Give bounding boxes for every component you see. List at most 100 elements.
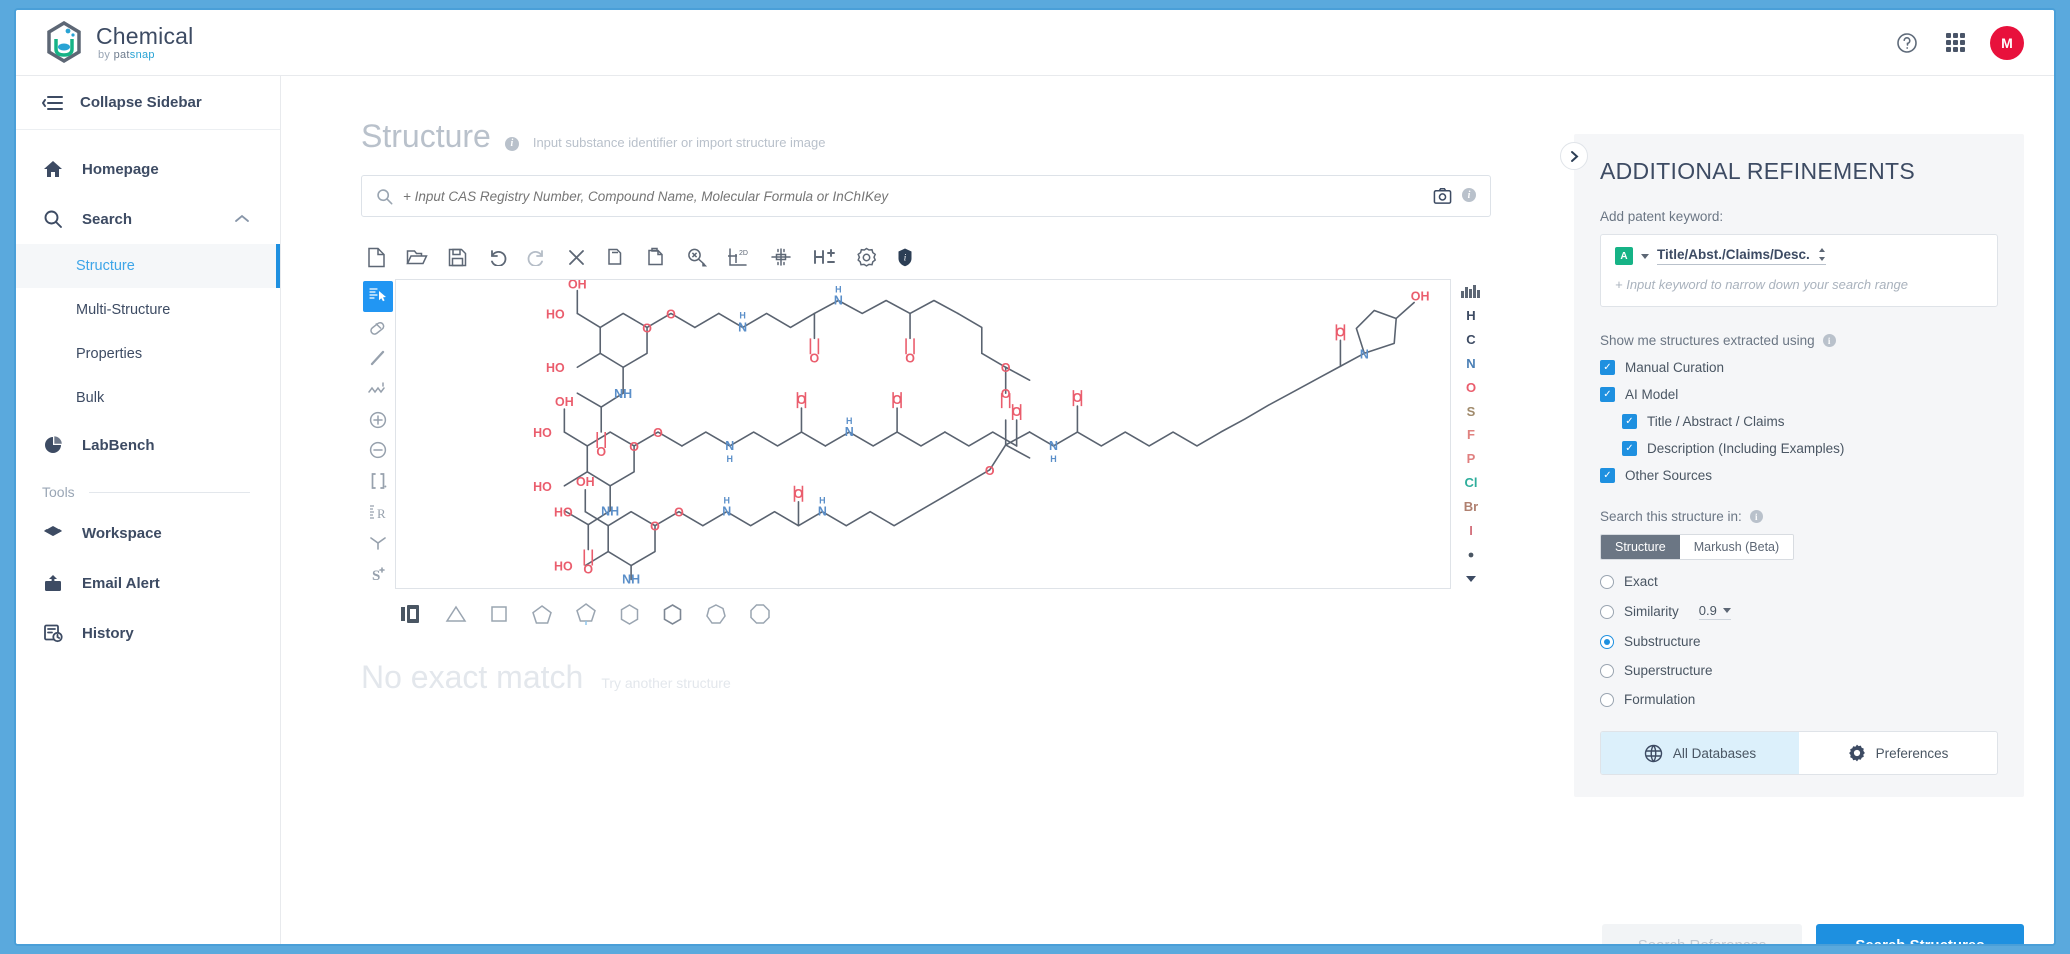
save-icon[interactable] xyxy=(448,248,467,267)
search-structures-button[interactable]: Search Structures xyxy=(1816,924,2024,944)
sidebar-item-labbench[interactable]: LabBench xyxy=(16,420,280,470)
all-databases-button[interactable]: All Databases xyxy=(1601,732,1799,774)
molecule-canvas[interactable]: OH HO HO O O OH HO HO O O OH HO HO O O OO OO O xyxy=(395,279,1451,589)
element-F[interactable]: F xyxy=(1456,425,1486,446)
keyword-input-placeholder[interactable]: + Input keyword to narrow down your sear… xyxy=(1615,277,1983,292)
template-icon[interactable] xyxy=(401,605,423,623)
new-file-icon[interactable] xyxy=(367,247,386,268)
sidebar-item-structure[interactable]: Structure xyxy=(16,244,280,288)
camera-icon[interactable] xyxy=(1433,187,1452,205)
checkbox-manual-curation[interactable]: ✓ Manual Curation xyxy=(1600,360,1998,375)
r-group-tool[interactable]: R xyxy=(363,497,393,528)
avatar[interactable]: M xyxy=(1990,25,2024,60)
keyword-box[interactable]: A Title/Abst./Claims/Desc. + Input keywo… xyxy=(1600,234,1998,307)
paste-icon[interactable] xyxy=(646,247,666,267)
radio-superstructure[interactable]: Superstructure xyxy=(1600,663,1998,678)
info-icon[interactable]: i xyxy=(504,136,519,151)
element-H[interactable]: H xyxy=(1456,305,1486,326)
element-S[interactable]: S xyxy=(1456,401,1486,422)
checkbox-ai-model[interactable]: ✓ AI Model xyxy=(1600,387,1998,402)
radio-formulation[interactable]: Formulation xyxy=(1600,692,1998,707)
element-I[interactable]: I xyxy=(1456,520,1486,541)
select-tool[interactable] xyxy=(363,281,393,312)
square-ring[interactable] xyxy=(489,604,509,624)
charge-minus-tool[interactable] xyxy=(363,435,393,466)
radio-icon[interactable] xyxy=(1600,692,1614,707)
info-icon[interactable]: i xyxy=(1749,510,1763,523)
periodic-table-icon[interactable] xyxy=(1456,281,1486,302)
checkbox-description[interactable]: ✓ Description (Including Examples) xyxy=(1622,441,1998,456)
element-O[interactable]: O xyxy=(1456,377,1486,398)
similarity-value-select[interactable]: 0.9 xyxy=(1698,603,1731,620)
search-input[interactable] xyxy=(403,188,1423,204)
copy-icon[interactable] xyxy=(606,247,626,267)
radio-substructure[interactable]: Substructure xyxy=(1600,634,1998,649)
chevron-down-icon[interactable] xyxy=(1456,568,1486,589)
keyword-scope-row[interactable]: A Title/Abst./Claims/Desc. xyxy=(1615,247,1983,265)
bond-tool[interactable] xyxy=(363,343,393,374)
dot-icon[interactable] xyxy=(1456,544,1486,565)
help-icon[interactable] xyxy=(1894,30,1920,56)
tab-markush[interactable]: Markush (Beta) xyxy=(1679,535,1794,559)
layout-icon[interactable] xyxy=(770,247,792,267)
tab-structure[interactable]: Structure xyxy=(1601,535,1680,559)
search-references-button[interactable]: Search References xyxy=(1602,924,1802,944)
check-icon[interactable]: ✓ xyxy=(1600,468,1615,483)
s-group-tool[interactable]: S xyxy=(363,558,393,589)
search-info-icon[interactable]: i xyxy=(1462,188,1476,202)
radio-icon[interactable] xyxy=(1600,574,1614,589)
panel-collapse-button[interactable] xyxy=(1560,142,1588,170)
checkbox-other-sources[interactable]: ✓ Other Sources xyxy=(1600,468,1998,483)
hexagon-alt-ring[interactable] xyxy=(662,603,683,625)
check-icon[interactable]: ✓ xyxy=(1622,414,1637,429)
sidebar-item-multi-structure[interactable]: Multi-Structure xyxy=(16,288,280,332)
pentagon-ring[interactable] xyxy=(531,604,553,625)
brand-logo-area[interactable]: Chemical by patsnap xyxy=(16,20,193,65)
radio-similarity[interactable]: Similarity 0.9 xyxy=(1600,603,1998,620)
sidebar-item-homepage[interactable]: Homepage xyxy=(16,144,280,194)
sidebar-item-email-alert[interactable]: Email Alert xyxy=(16,558,280,608)
chain-tool[interactable] xyxy=(363,373,393,404)
settings-icon[interactable] xyxy=(856,247,877,268)
heptagon-ring[interactable] xyxy=(705,603,727,625)
hexagon-ring[interactable] xyxy=(619,603,640,625)
element-C[interactable]: C xyxy=(1456,329,1486,350)
zoom-icon[interactable] xyxy=(686,247,707,267)
preferences-button[interactable]: Preferences xyxy=(1799,732,1997,774)
pentagon-bond-ring[interactable] xyxy=(575,602,597,626)
triangle-ring[interactable] xyxy=(445,604,467,624)
radio-icon[interactable] xyxy=(1600,663,1614,678)
octagon-ring[interactable] xyxy=(749,603,771,625)
check-icon[interactable]: ✓ xyxy=(1600,387,1615,402)
checkbox-title-abstract-claims[interactable]: ✓ Title / Abstract / Claims xyxy=(1622,414,1998,429)
element-Cl[interactable]: Cl xyxy=(1456,472,1486,493)
badge-caret-icon[interactable] xyxy=(1641,253,1649,259)
sidebar-item-properties[interactable]: Properties xyxy=(16,332,280,376)
apps-grid-icon[interactable] xyxy=(1942,30,1968,56)
collapse-sidebar-button[interactable]: Collapse Sidebar xyxy=(16,76,280,130)
sidebar-item-search[interactable]: Search xyxy=(16,194,280,244)
undo-icon[interactable] xyxy=(487,248,507,266)
charge-plus-tool[interactable] xyxy=(363,404,393,435)
open-folder-icon[interactable] xyxy=(406,247,428,267)
bracket-tool[interactable] xyxy=(363,466,393,497)
keyword-scope-select[interactable]: Title/Abst./Claims/Desc. xyxy=(1657,247,1826,265)
eraser-tool[interactable] xyxy=(363,312,393,343)
check-icon[interactable]: ✓ xyxy=(1622,441,1637,456)
sidebar-item-workspace[interactable]: Workspace xyxy=(16,508,280,558)
clean-2d-icon[interactable]: 2D xyxy=(727,247,750,267)
element-Br[interactable]: Br xyxy=(1456,496,1486,517)
substance-search-bar[interactable]: i xyxy=(361,175,1491,217)
sidebar-item-history[interactable]: History xyxy=(16,608,280,658)
keyword-badge-icon[interactable]: A xyxy=(1615,247,1633,265)
element-N[interactable]: N xyxy=(1456,353,1486,374)
info-icon[interactable]: i xyxy=(897,247,913,267)
radio-exact[interactable]: Exact xyxy=(1600,574,1998,589)
erase-icon[interactable] xyxy=(567,248,586,267)
element-P[interactable]: P xyxy=(1456,448,1486,469)
hydrogen-icon[interactable] xyxy=(812,247,836,267)
redo-icon[interactable] xyxy=(527,248,547,266)
info-icon[interactable]: i xyxy=(1822,334,1836,347)
reaction-arrow-tool[interactable] xyxy=(363,527,393,558)
sidebar-item-bulk[interactable]: Bulk xyxy=(16,376,280,420)
